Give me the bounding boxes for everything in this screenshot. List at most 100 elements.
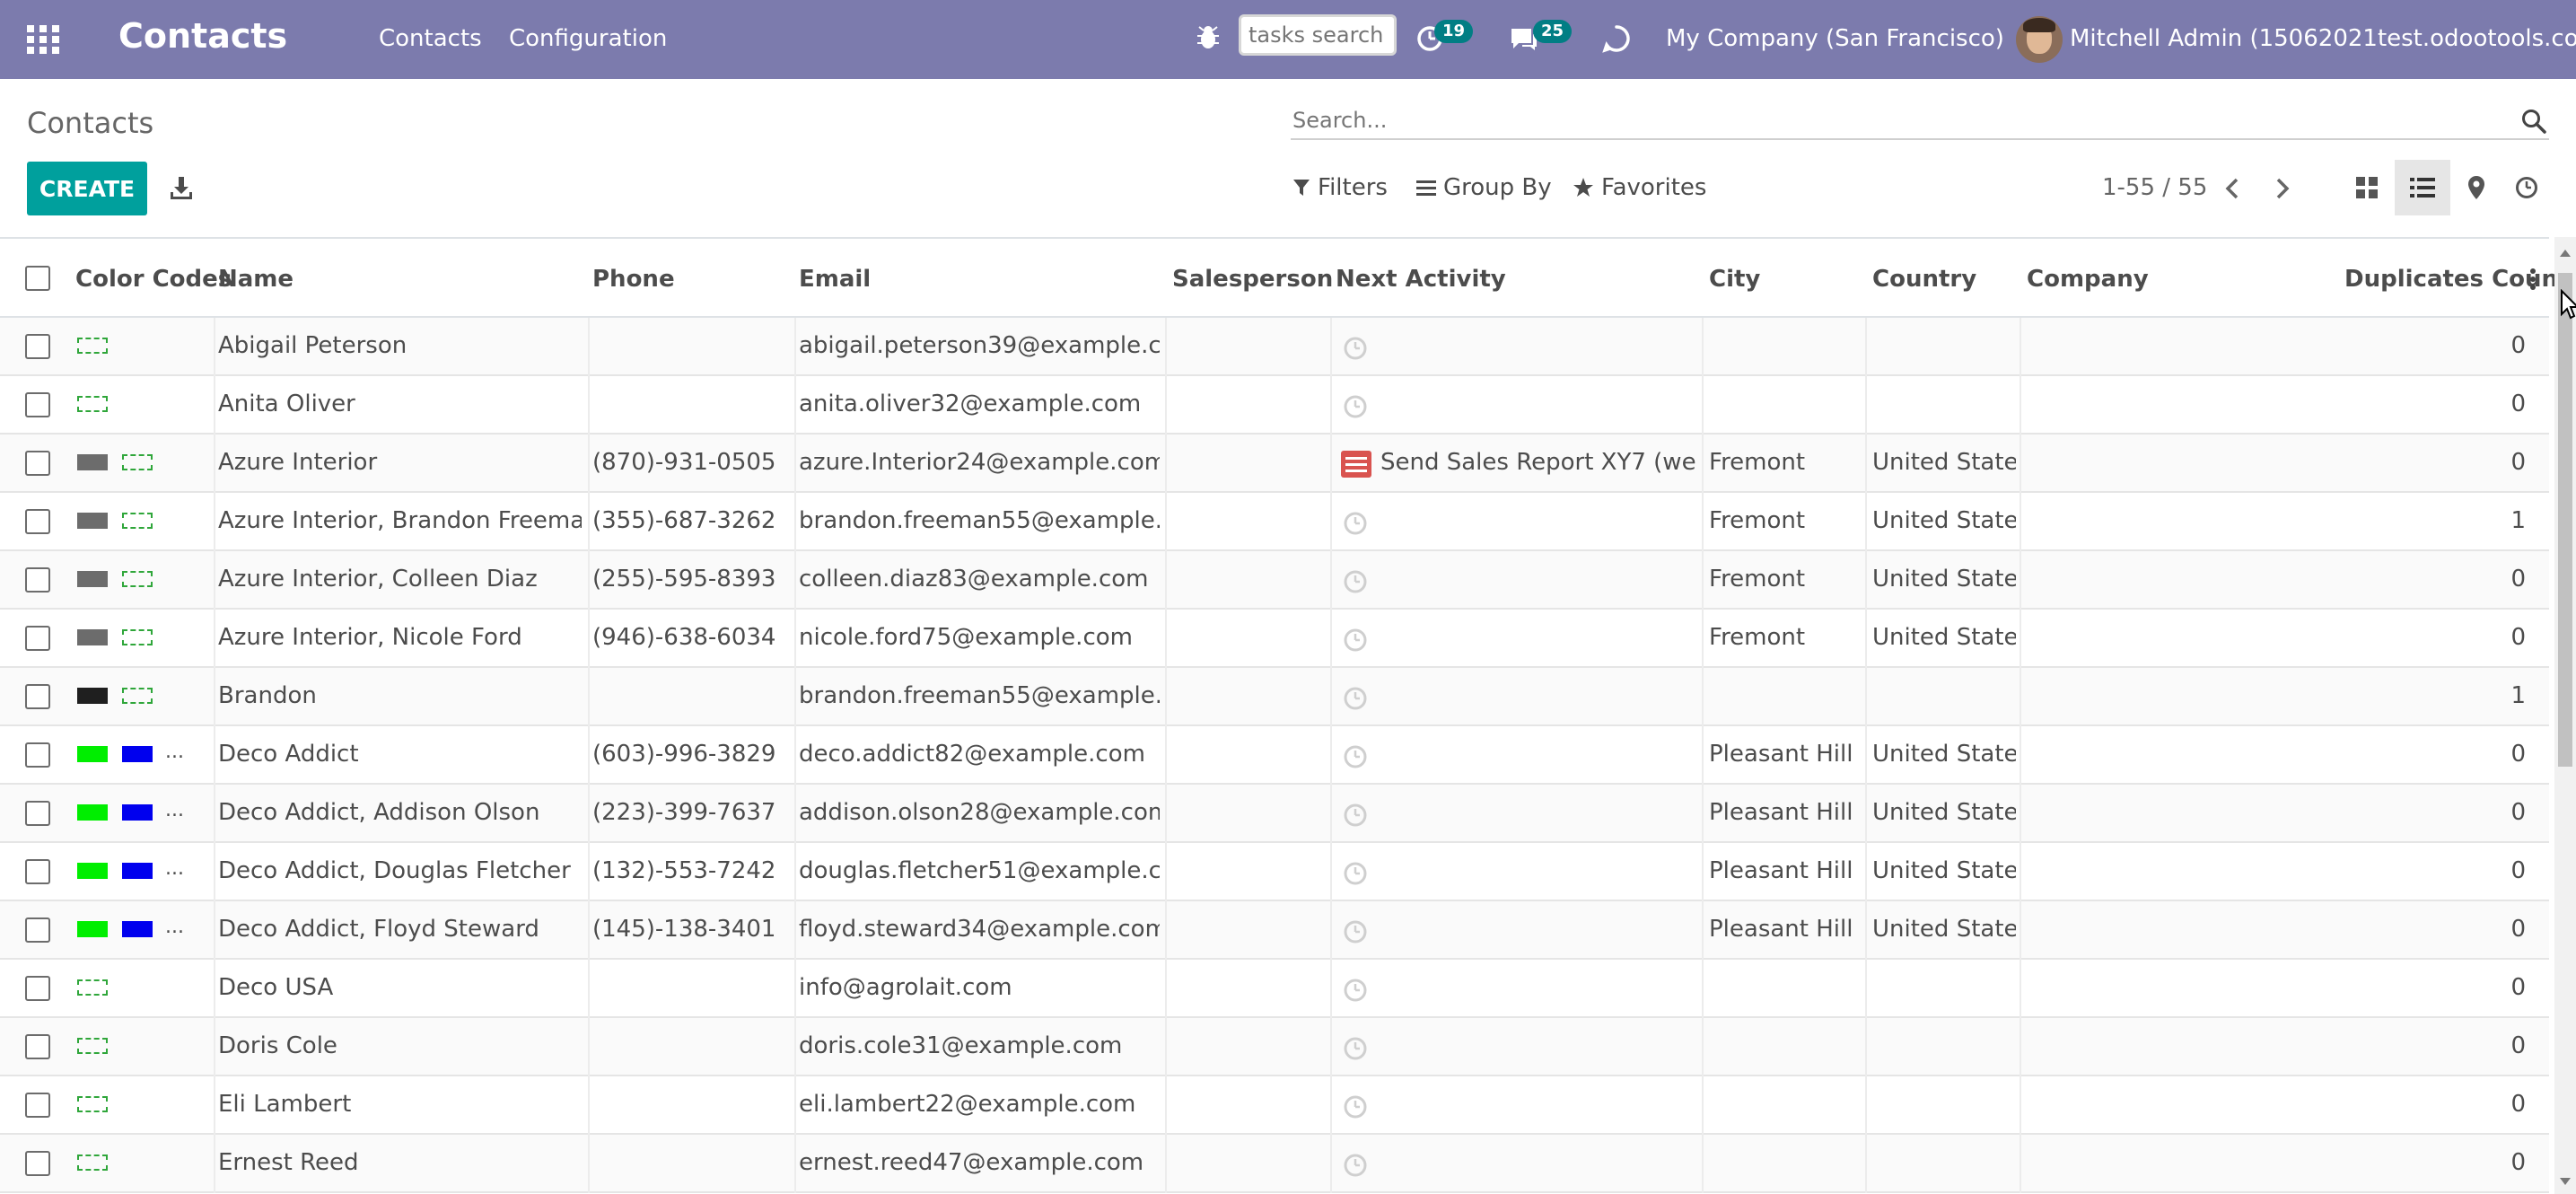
table-row[interactable]: Azure Interior, Brandon Freeman (355)-687… [0,493,2549,551]
row-checkbox[interactable] [25,917,50,943]
column-next-activity[interactable]: Next Activity [1336,266,1506,293]
table-row[interactable]: ... Deco Addict, Addison Olson (223)-399-7… [0,785,2549,843]
menu-contacts[interactable]: Contacts [379,25,482,52]
user-menu[interactable]: Mitchell Admin (15062021test.odootools.c… [2070,25,2576,52]
schedule-activity-clock-icon[interactable] [1343,978,1368,1003]
table-row[interactable]: Doris Cole doris.cole31@example.com 0 [0,1018,2549,1076]
activity-view-button[interactable] [2499,160,2554,215]
column-separator [1330,668,1332,726]
schedule-activity-clock-icon[interactable] [1343,686,1368,711]
schedule-activity-clock-icon[interactable] [1343,1153,1368,1178]
scroll-down-arrow-icon[interactable] [2560,1178,2571,1185]
schedule-activity-clock-icon[interactable] [1343,1036,1368,1061]
table-row[interactable]: Eli Lambert eli.lambert22@example.com 0 [0,1076,2549,1135]
cell-next-activity[interactable]: Send Sales Report XY7 (wee… [1380,449,1696,476]
apps-menu-icon[interactable] [27,25,59,54]
schedule-activity-clock-icon[interactable] [1343,861,1368,886]
voip-phone-icon[interactable] [1601,23,1632,54]
table-row[interactable]: Azure Interior (870)-931-0505 azure.Interi… [0,435,2549,493]
column-color-codes[interactable]: Color Codes [75,266,232,293]
cell-duplicates-count: 0 [2510,857,2526,884]
row-checkbox[interactable] [25,859,50,884]
column-phone[interactable]: Phone [592,266,675,293]
table-row[interactable]: ... Deco Addict, Douglas Fletcher (132)-55… [0,843,2549,901]
company-switcher[interactable]: My Company (San Francisco) [1666,25,2004,52]
column-salesperson[interactable]: Salesperson [1172,266,1333,293]
favorites-button[interactable]: Favorites [1573,174,1706,201]
cell-country: United States [1872,857,2016,884]
table-row[interactable]: Azure Interior, Nicole Ford (946)-638-603… [0,610,2549,668]
column-email[interactable]: Email [799,266,871,293]
map-view-button[interactable] [2449,160,2504,215]
vertical-scrollbar[interactable] [2554,237,2576,1194]
table-row[interactable]: ... Deco Addict, Floyd Steward (145)-138-3… [0,901,2549,960]
scroll-thumb[interactable] [2558,273,2572,767]
overdue-activity-icon[interactable] [1341,451,1371,478]
schedule-activity-clock-icon[interactable] [1343,628,1368,653]
more-tags-indicator[interactable]: ... [165,916,184,938]
pager-next-icon[interactable] [2269,176,2294,201]
table-row[interactable]: Ernest Reed ernest.reed47@example.com 0 [0,1135,2549,1193]
row-checkbox[interactable] [25,334,50,359]
row-checkbox[interactable] [25,451,50,476]
table-row[interactable]: Deco USA info@agrolait.com 0 [0,960,2549,1018]
schedule-activity-clock-icon[interactable] [1343,511,1368,536]
filter-funnel-icon [1293,180,1310,196]
row-checkbox[interactable] [25,392,50,417]
filters-button[interactable]: Filters [1292,174,1388,201]
list-view-button[interactable] [2395,160,2450,215]
column-separator [1702,435,1704,493]
table-row[interactable]: Abigail Peterson abigail.peterson39@examp… [0,318,2549,376]
group-by-button[interactable]: Group By [1416,174,1552,201]
select-all-checkbox[interactable] [25,266,50,291]
row-checkbox[interactable] [25,976,50,1001]
kanban-view-button[interactable] [2339,160,2395,215]
pager-previous-icon[interactable] [2221,176,2246,201]
table-row[interactable]: Azure Interior, Colleen Diaz (255)-595-83… [0,551,2549,610]
cell-duplicates-count: 0 [2510,1149,2526,1176]
scroll-up-arrow-icon[interactable] [2560,250,2571,257]
schedule-activity-clock-icon[interactable] [1343,744,1368,769]
search-input[interactable] [1292,104,2486,136]
schedule-activity-clock-icon[interactable] [1343,803,1368,828]
row-checkbox[interactable] [25,684,50,709]
schedule-activity-clock-icon[interactable] [1343,1094,1368,1119]
table-row[interactable]: Anita Oliver anita.oliver32@example.com 0 [0,376,2549,435]
column-city[interactable]: City [1709,266,1760,293]
cell-country: United States [1872,449,2016,476]
table-row[interactable]: Brandon brandon.freeman55@example.c… 1 [0,668,2549,726]
schedule-activity-clock-icon[interactable] [1343,919,1368,944]
more-tags-indicator[interactable]: ... [165,799,184,821]
table-row[interactable]: ... Deco Addict (603)-996-3829 deco.addict8… [0,726,2549,785]
column-name[interactable]: Name [218,266,294,293]
row-checkbox[interactable] [25,801,50,826]
row-checkbox[interactable] [25,1034,50,1059]
schedule-activity-clock-icon[interactable] [1343,569,1368,594]
app-title[interactable]: Contacts [118,16,287,56]
search-icon[interactable] [2520,108,2547,135]
schedule-activity-clock-icon[interactable] [1343,394,1368,419]
schedule-activity-clock-icon[interactable] [1343,336,1368,361]
row-checkbox[interactable] [25,742,50,768]
row-checkbox[interactable] [25,509,50,534]
tasks-search-input[interactable] [1239,14,1397,56]
debug-bug-icon[interactable] [1194,23,1222,52]
color-tag-green [77,804,108,821]
column-company[interactable]: Company [2027,266,2149,293]
column-separator [794,551,796,610]
create-button[interactable]: CREATE [27,162,147,215]
menu-configuration[interactable]: Configuration [509,25,667,52]
row-checkbox[interactable] [25,1151,50,1176]
column-country[interactable]: Country [1872,266,1976,293]
optional-columns-icon[interactable] [2529,268,2537,291]
column-separator [1702,668,1704,726]
more-tags-indicator[interactable]: ... [165,857,184,880]
cell-email: abigail.peterson39@example.com [799,332,1160,359]
more-tags-indicator[interactable]: ... [165,741,184,763]
user-avatar[interactable] [2016,16,2063,63]
row-checkbox[interactable] [25,1093,50,1118]
row-checkbox[interactable] [25,567,50,593]
row-checkbox[interactable] [25,626,50,651]
download-icon[interactable] [167,174,196,203]
pager-value[interactable]: 1-55 / 55 [2102,174,2207,201]
